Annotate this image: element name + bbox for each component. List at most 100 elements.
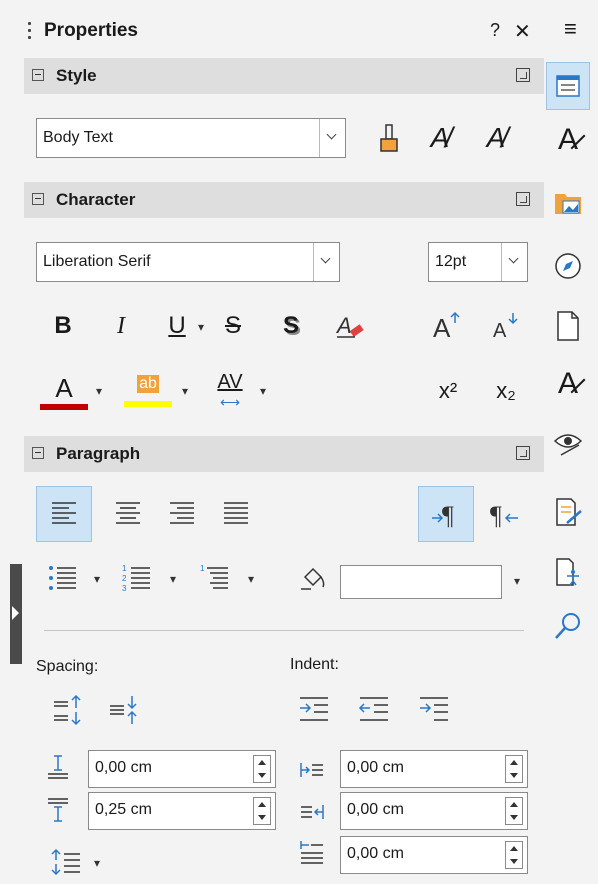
left-to-right-button[interactable]: ¶ (418, 486, 474, 542)
align-left-button[interactable] (36, 486, 92, 542)
align-right-button[interactable] (160, 486, 204, 542)
tab-styles[interactable]: A̷ (548, 118, 588, 162)
paragraph-background-color-field[interactable] (340, 565, 502, 599)
underline-button[interactable]: U (160, 306, 194, 346)
bold-button[interactable]: B (46, 306, 80, 346)
character-section-header[interactable]: Character (24, 182, 544, 218)
update-style-button[interactable]: A̸ (420, 118, 460, 158)
increase-spacing-icon (54, 694, 81, 726)
tab-design[interactable] (548, 490, 588, 534)
subscript-button[interactable]: x₂ (486, 366, 526, 416)
collapse-icon[interactable] (32, 193, 44, 205)
svg-text:2: 2 (122, 574, 127, 583)
svg-text:3: 3 (122, 584, 127, 593)
new-style-button[interactable]: A̸ (476, 118, 516, 158)
spin-arrows-icon[interactable] (253, 797, 271, 825)
unordered-list-button[interactable] (40, 556, 84, 600)
clear-formatting-icon: A (335, 313, 364, 338)
clone-formatting-button[interactable] (372, 118, 406, 158)
tab-gallery[interactable] (548, 180, 588, 224)
background-color-dropdown-icon[interactable]: ▾ (514, 574, 520, 588)
spin-arrows-icon[interactable] (505, 797, 523, 825)
tab-manage-changes[interactable] (548, 420, 588, 464)
increase-indent-button[interactable] (294, 690, 334, 730)
sidebar-menu-button[interactable]: ≡ (564, 16, 577, 42)
decrease-spacing-button[interactable] (104, 690, 144, 730)
align-center-button[interactable] (106, 486, 150, 542)
decrease-indent-button[interactable] (354, 690, 394, 730)
more-options-icon[interactable] (516, 192, 530, 206)
paragraph-style-value: Body Text (43, 129, 113, 146)
paragraph-section-header[interactable]: Paragraph (24, 436, 544, 472)
tab-find[interactable] (548, 604, 588, 648)
hanging-indent-button[interactable] (414, 690, 454, 730)
panel-grip[interactable] (28, 22, 32, 42)
highlight-color-button[interactable]: ab (122, 366, 174, 416)
eye-pen-icon (553, 434, 583, 456)
spacing-dropdown-icon[interactable]: ▾ (260, 384, 266, 398)
highlight-dropdown-icon[interactable]: ▾ (182, 384, 188, 398)
below-spacing-value: 0,25 cm (95, 801, 152, 818)
grow-font-button[interactable]: A (428, 306, 468, 346)
chevron-down-icon[interactable] (319, 119, 345, 157)
indent-label: Indent: (290, 656, 339, 673)
paragraph-background-button[interactable] (294, 558, 334, 598)
line-spacing-button[interactable] (46, 842, 86, 882)
ordered-list-button[interactable]: 123 (114, 556, 158, 600)
collapse-icon[interactable] (32, 69, 44, 81)
after-indent-spinbox[interactable]: 0,00 cm (340, 792, 528, 830)
spin-arrows-icon[interactable] (253, 755, 271, 783)
spin-arrows-icon[interactable] (505, 841, 523, 869)
font-size-combo[interactable]: 12pt (428, 242, 528, 282)
first-line-indent-spinbox[interactable]: 0,00 cm (340, 836, 528, 874)
tab-style-inspector[interactable]: A̷ (548, 362, 588, 406)
tab-properties[interactable] (546, 62, 590, 110)
font-name-combo[interactable]: Liberation Serif (36, 242, 340, 282)
below-spacing-spinbox[interactable]: 0,25 cm (88, 792, 276, 830)
line-spacing-dropdown-icon[interactable]: ▾ (94, 856, 100, 870)
right-to-left-button[interactable]: ¶ (480, 486, 528, 542)
document-edit-icon (556, 498, 582, 526)
font-color-dropdown-icon[interactable]: ▾ (96, 384, 102, 398)
close-button[interactable]: ✕ (514, 19, 531, 44)
more-options-icon[interactable] (516, 68, 530, 82)
clear-formatting-button[interactable]: A (330, 306, 370, 346)
justify-button[interactable] (214, 486, 258, 542)
before-indent-spinbox[interactable]: 0,00 cm (340, 750, 528, 788)
underline-dropdown-icon[interactable]: ▾ (198, 320, 204, 334)
increase-spacing-button[interactable] (48, 690, 88, 730)
character-spacing-button[interactable]: AV ⟷ (206, 366, 254, 416)
italic-button[interactable]: I (104, 306, 138, 346)
spin-arrows-icon[interactable] (505, 755, 523, 783)
above-spacing-spinbox[interactable]: 0,00 cm (88, 750, 276, 788)
style-section-header[interactable]: Style (24, 58, 544, 94)
ordered-list-dropdown-icon[interactable]: ▾ (170, 572, 176, 586)
shadow-button[interactable]: S (274, 306, 308, 346)
shrink-font-button[interactable]: A (486, 306, 526, 346)
after-indent-value: 0,00 cm (347, 801, 404, 818)
more-options-icon[interactable] (516, 446, 530, 460)
sidebar-collapse-handle[interactable] (10, 564, 22, 664)
outline-list-button[interactable]: 1 (192, 556, 236, 600)
outline-list-dropdown-icon[interactable]: ▾ (248, 572, 254, 586)
tab-page[interactable] (548, 304, 588, 348)
above-spacing-value: 0,00 cm (95, 759, 152, 776)
font-color-button[interactable]: A (40, 366, 88, 416)
help-button[interactable]: ? (490, 20, 500, 41)
accessibility-icon (556, 558, 579, 586)
superscript-button[interactable]: x² (428, 366, 468, 416)
highlight-label: ab (137, 375, 159, 393)
collapse-icon[interactable] (32, 447, 44, 459)
tab-accessibility-check[interactable] (548, 550, 588, 594)
bullet-list-dropdown-icon[interactable]: ▾ (94, 572, 100, 586)
chevron-down-icon[interactable] (313, 243, 339, 281)
strikethrough-button[interactable]: S (216, 306, 250, 346)
chevron-down-icon[interactable] (501, 243, 527, 281)
tab-navigator[interactable] (548, 244, 588, 288)
ltr-paragraph-icon: ¶ (432, 501, 454, 530)
before-indent-icon (294, 752, 330, 788)
below-spacing-icon (40, 792, 76, 828)
paragraph-style-combo[interactable]: Body Text (36, 118, 346, 158)
spacing-label: Spacing: (36, 658, 99, 675)
character-section-title: Character (56, 190, 136, 209)
